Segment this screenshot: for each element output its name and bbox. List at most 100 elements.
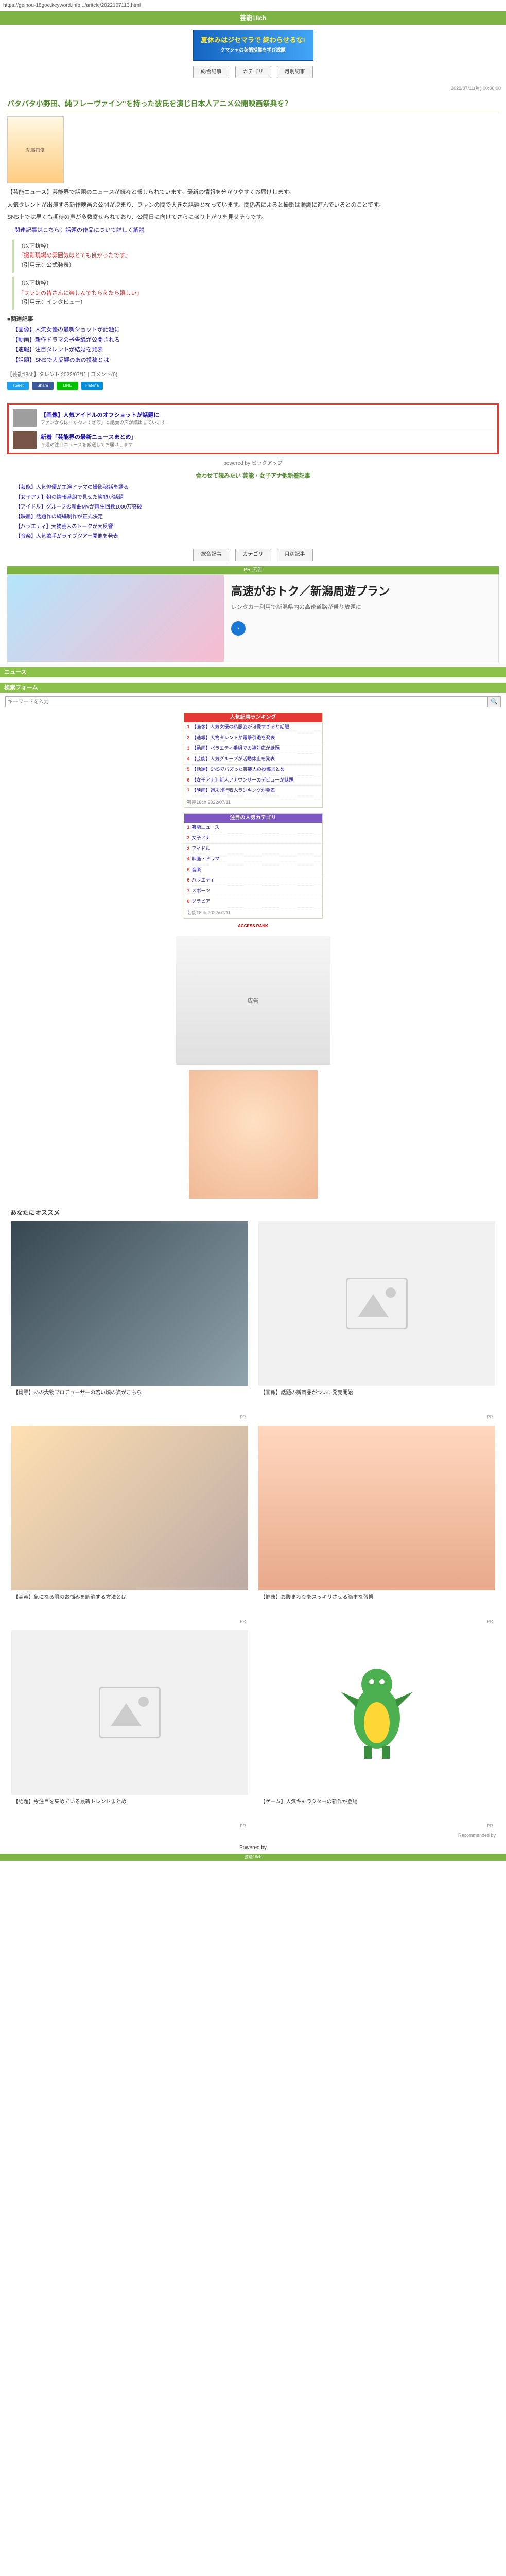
nav-button-category[interactable]: カテゴリ [235,549,271,562]
related-sub: 今週の注目ニュースを厳選してお届けします [41,442,133,447]
recommend-caption: 【話題】今注目を集めている最新トレンドまとめ [13,1799,127,1805]
ad-copy: 高速がおトク／新潟周遊プラン レンタカー利用で新潟県内の高速道路が乗り放題に › [224,575,498,662]
nav-button-monthly[interactable]: 月別記事 [276,549,313,562]
nav-button-all[interactable]: 総合記事 [193,66,230,78]
more-link[interactable]: 【音楽】人気歌手がライブツアー開催を発表 [15,532,491,541]
ad-body: 高速がおトク／新潟周遊プラン レンタカー利用で新潟県内の高速道路が乗り放題に › [7,574,499,663]
related-item[interactable]: 【画像】人気アイドルのオフショットが話題に ファンからは「かわいすぎる」と絶賛の… [11,407,495,430]
hatena-button[interactable]: Hatena [81,382,103,391]
article: パタパタ小野田、純フレーヴァイン"を持った彼氏を演じ日本人アニメ公開映画祭典を？… [0,93,506,400]
site-header[interactable]: 芸能18ch [0,11,506,25]
recommend-card[interactable]: 【健康】お腹まわりをスッキリさせる簡単な習慣 PR [258,1425,495,1624]
category-item[interactable]: 2 女子アナ [184,833,322,844]
tweet-button[interactable]: Tweet [7,382,29,391]
ranking-item[interactable]: 4 【芸能】人気グループが活動休止を発表 [184,754,322,765]
recommend-caption: 【ゲーム】人気キャラクターの新作が登場 [260,1799,358,1805]
related-item[interactable]: 新着「芸能界の最新ニュースまとめ」 今週の注目ニュースを厳選してお届けします [11,429,495,451]
related-box: 【画像】人気アイドルのオフショットが話題に ファンからは「かわいすぎる」と絶賛の… [7,403,499,455]
article-meta: 【芸能18ch】タレント 2022/07/11 | コメント(0) [7,372,118,378]
article-link[interactable]: → 関連記事はこちら：話題の作品について詳しく解説 [7,226,499,235]
facebook-share-button[interactable]: Share [32,382,54,391]
powered-by-logo[interactable]: Powered by [0,1842,506,1854]
quote-source: （引用元：公式発表） [18,262,75,269]
category-item[interactable]: 5 音楽 [184,865,322,876]
image-placeholder-icon [98,1686,161,1738]
recommended-by[interactable]: Recommended by [0,1828,506,1842]
related-text: 新着「芸能界の最新ニュースまとめ」 今週の注目ニュースを厳選してお届けします [41,433,136,448]
recommend-card[interactable]: 【美容】気になる肌のお悩みを解消する方法とは PR [11,1425,248,1624]
access-rank-logo[interactable]: ACCESS RANK [232,923,274,931]
wide-ad[interactable]: PR 広告 高速がおトク／新潟周遊プラン レンタカー利用で新潟県内の高速道路が乗… [7,566,499,663]
recommend-image [258,1221,495,1386]
section-bar-search: 検索フォーム [0,683,506,693]
ranking-item[interactable]: 6 【女子アナ】新人アナウンサーのデビューが話題 [184,775,322,786]
related-link[interactable]: 【動画】新作ドラマの予告編が公開される [7,335,499,346]
url-bar[interactable]: https://geinou-18goe.keyword.info.../ari… [0,0,506,11]
related-note: powered by ピックアップ [223,461,283,467]
square-ad[interactable]: 広告 [176,936,330,1065]
related-title: 新着「芸能界の最新ニュースまとめ」 [41,434,137,440]
more-link[interactable]: 【アイドル】グループの新曲MVが再生回数1000万突破 [15,502,491,512]
square-ad-image[interactable] [188,1070,318,1199]
recommend-card[interactable]: 【話題】今注目を集めている最新トレンドまとめ PR [11,1630,248,1828]
ranking-item[interactable]: 3 【動画】バラエティ番組での神対応が話題 [184,743,322,754]
line-share-button[interactable]: LINE [57,382,78,391]
quote-label: （以下抜粋） [18,243,52,249]
related-thumbnail [13,409,37,427]
related-link[interactable]: 【話題】SNSで大反響のあの投稿とは [7,355,499,366]
ranking-item[interactable]: 7 【映画】週末興行収入ランキングが発表 [184,786,322,796]
related-link[interactable]: 【画像】人気女優の最新ショットが話題に [7,325,499,335]
article-title[interactable]: パタパタ小野田、純フレーヴァイン"を持った彼氏を演じ日本人アニメ公開映画祭典を？ [7,98,499,112]
category-item[interactable]: 8 グラビア [184,896,322,907]
top-nav: 総合記事 カテゴリ 月別記事 [0,66,506,78]
related-thumbnail [13,431,37,449]
recommend-card[interactable]: 【ゲーム】人気キャラクターの新作が登場 PR [258,1630,495,1828]
category-footer: 芸能18ch 2022/07/11 [187,910,231,916]
related-heading: ■関連記事 [7,316,33,323]
recommend-grid: 【衝撃】あの大物プロデューサーの若い頃の姿がこちら PR 【画像】話題の新商品が… [0,1221,506,1828]
nav-button-all[interactable]: 総合記事 [193,549,230,562]
page-wrapper: 夏休みはジセマラで 終わらせるな! クマシャの英語授業を学び放題 総合記事 カテ… [0,30,506,1854]
pr-label: PR [240,1414,246,1419]
category-heading: 注目の人気カテゴリ [184,813,322,823]
nav-button-category[interactable]: カテゴリ [235,66,271,78]
ad-subtext: レンタカー利用で新潟県内の高速道路が乗り放題に [231,604,361,611]
ranking-item[interactable]: 5 【話題】SNSでバズった芸能人の投稿まとめ [184,765,322,775]
recommend-card[interactable]: 【画像】話題の新商品がついに発売開始 PR [258,1221,495,1419]
chevron-right-icon[interactable]: › [231,621,246,636]
site-footer: 芸能18ch [0,1853,506,1861]
ranking-item[interactable]: 1 【画像】人気女優の私服姿が可愛すぎると話題 [184,722,322,733]
quote-text: 「撮影現場の雰囲気はとても良かったです」 [18,252,131,259]
related-title: 【画像】人気アイドルのオフショットが話題に [41,412,160,418]
article-image-alt: 記事画像 [26,147,45,153]
article-paragraph: 人気タレントが出演する新作映画の公開が決まり、ファンの間で大きな話題となっていま… [7,201,385,208]
top-banner-ad[interactable]: 夏休みはジセマラで 終わらせるな! クマシャの英語授業を学び放題 [193,30,313,61]
search-icon[interactable]: 🔍 [487,696,501,708]
recommend-card[interactable]: 【衝撃】あの大物プロデューサーの若い頃の姿がこちら PR [11,1221,248,1419]
recommend-image [258,1425,495,1590]
more-link[interactable]: 【女子アナ】朝の情報番組で見せた笑顔が話題 [15,493,491,502]
more-link[interactable]: 【映画】話題作の続編制作が正式決定 [15,512,491,522]
article-image: 記事画像 [7,116,64,183]
ranking-footer: 芸能18ch 2022/07/11 [187,799,231,805]
quote-source: （引用元：インタビュー） [18,299,86,306]
recommend-image [258,1630,495,1795]
nav-button-monthly[interactable]: 月別記事 [276,66,313,78]
related-link[interactable]: 【速報】注目タレントが結婚を発表 [7,345,499,355]
search-input[interactable] [5,696,487,708]
category-item[interactable]: 7 スポーツ [184,886,322,897]
category-item[interactable]: 1 芸能ニュース [184,823,322,834]
category-item[interactable]: 6 バラエティ [184,875,322,886]
category-item[interactable]: 4 映画・ドラマ [184,854,322,865]
recommend-caption: 【健康】お腹まわりをスッキリさせる簡単な習慣 [260,1594,374,1600]
share-row: Tweet Share LINE Hatena [7,382,499,391]
category-item[interactable]: 3 アイドル [184,844,322,855]
quote-text: 「ファンの皆さんに楽しんでもらえたら嬉しい」 [18,290,143,296]
ad-label: PR 広告 [7,566,499,575]
ranking-item[interactable]: 2 【速報】大物タレントが電撃引退を発表 [184,733,322,744]
ad-photo [8,575,224,662]
recommend-caption: 【美容】気になる肌のお悩みを解消する方法とは [13,1594,127,1600]
banner-sub: クマシャの英語授業を学び放題 [220,47,286,53]
more-link[interactable]: 【バラエティ】大物芸人のトークが大反響 [15,522,491,532]
more-link[interactable]: 【芸能】人気俳優が主演ドラマの撮影秘話を語る [15,483,491,493]
